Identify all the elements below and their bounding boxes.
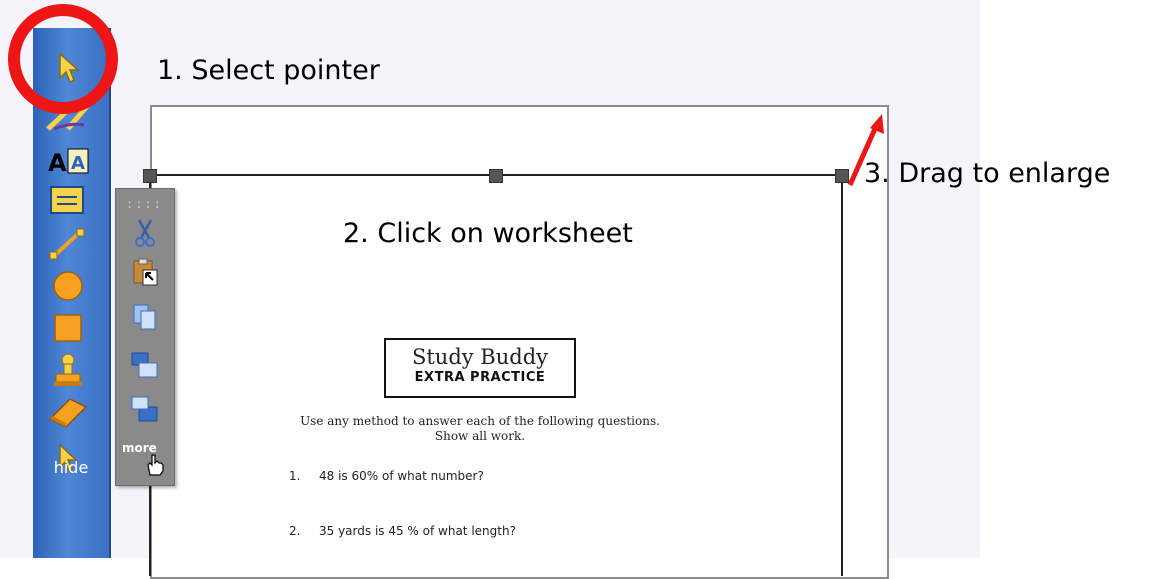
highlight-circle: [8, 4, 118, 114]
shape-icon[interactable]: [41, 180, 95, 220]
instructions-line-2: Show all work.: [434, 429, 526, 443]
step-3-annotation: 3. Drag to enlarge: [864, 158, 1111, 189]
question-item: 1. 48 is 60% of what number?: [289, 469, 484, 483]
hand-cursor-icon: [142, 451, 168, 481]
hide-button[interactable]: hide: [33, 458, 109, 477]
paste-icon[interactable]: [129, 257, 161, 289]
edit-mini-toolbar: :::: more: [115, 188, 175, 486]
send-backward-icon[interactable]: [129, 393, 161, 425]
resize-handle-top-middle[interactable]: [489, 169, 503, 183]
worksheet-instructions: Use any method to answer each of the fol…: [260, 414, 700, 444]
worksheet-subtitle: Extra Practice: [414, 370, 546, 385]
question-text: 48 is 60% of what number?: [319, 469, 484, 483]
question-item: 2. 35 yards is 45 % of what length?: [289, 524, 516, 538]
line-icon[interactable]: [41, 224, 95, 264]
question-number: 1.: [289, 469, 301, 483]
stamp-icon[interactable]: [41, 350, 95, 390]
square-icon[interactable]: [41, 308, 95, 348]
question-number: 2.: [289, 524, 301, 538]
step-1-annotation: 1. Select pointer: [157, 55, 380, 86]
drag-arrow-icon: [847, 114, 884, 187]
svg-text:A: A: [48, 149, 67, 177]
circle-icon[interactable]: [41, 266, 95, 306]
text-icon[interactable]: AA: [41, 140, 95, 180]
question-text: 35 yards is 45 % of what length?: [319, 524, 516, 538]
bring-forward-icon[interactable]: [129, 349, 161, 381]
copy-icon[interactable]: [129, 301, 161, 333]
eraser-icon[interactable]: [41, 392, 95, 432]
selection-right-edge: [841, 176, 843, 576]
worksheet-title: Study Buddy: [411, 345, 549, 369]
resize-handle-top-left[interactable]: [143, 169, 157, 183]
svg-text:A: A: [71, 153, 85, 174]
cut-icon[interactable]: [129, 217, 161, 249]
instructions-line-1: Use any method to answer each of the fol…: [300, 414, 660, 428]
worksheet-title-box: Study Buddy Extra Practice: [384, 338, 576, 398]
toolbar-grip[interactable]: ::::: [126, 197, 163, 211]
step-2-annotation: 2. Click on worksheet: [343, 218, 633, 249]
